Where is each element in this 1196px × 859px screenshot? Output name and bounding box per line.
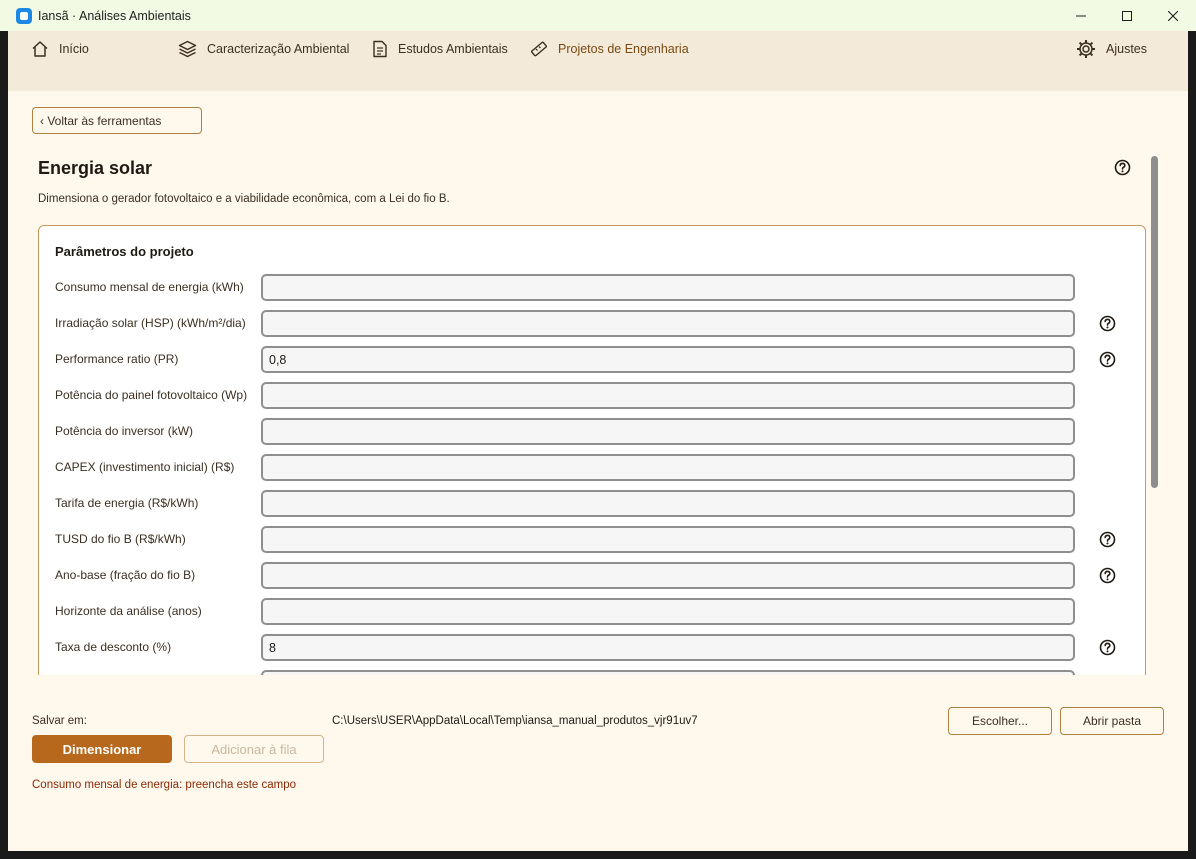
home-icon: [32, 41, 48, 57]
params-card: Parâmetros do projeto Consumo mensal de …: [38, 225, 1146, 675]
nav-item-label: Projetos de Engenharia: [558, 42, 689, 56]
param-label: Ano-base (fração do fio B): [55, 568, 196, 582]
param-row: CAPEX (investimento inicial) (R$): [39, 454, 1145, 482]
param-input[interactable]: [261, 562, 1075, 589]
param-row: Horizonte da análise (anos): [39, 598, 1145, 626]
param-label: CAPEX (investimento inicial) (R$): [55, 460, 235, 474]
param-label: Potência do painel fotovoltaico (Wp): [55, 388, 248, 402]
validation-error: Consumo mensal de energia: preencha este…: [32, 779, 297, 791]
param-input[interactable]: [261, 454, 1075, 481]
param-input[interactable]: [261, 670, 1075, 675]
nav-item-label: Caracterização Ambiental: [207, 42, 350, 56]
param-input[interactable]: [261, 418, 1075, 445]
param-row: Potência do painel fotovoltaico (Wp): [39, 382, 1145, 410]
params-title: Parâmetros do projeto: [55, 244, 194, 259]
page-description: Dimensiona o gerador fotovoltaico e a vi…: [38, 193, 450, 205]
param-input[interactable]: [261, 634, 1075, 661]
maximize-icon: [1122, 10, 1132, 21]
params-viewport: Parâmetros do projeto Consumo mensal de …: [38, 225, 1146, 675]
minimize-button[interactable]: [1058, 0, 1104, 31]
close-icon: [1168, 10, 1178, 21]
gear-icon: [1077, 40, 1095, 58]
dimensionar-button[interactable]: Dimensionar: [32, 735, 172, 763]
param-label: Tarifa de energia (R$/kWh): [55, 496, 199, 510]
title-bar: Iansã · Análises Ambientais: [0, 0, 1196, 31]
save-location-path: C:\Users\USER\AppData\Local\Temp\iansa_m…: [332, 715, 698, 727]
param-label: Irradiação solar (HSP) (kWh/m²/dia): [55, 316, 246, 330]
help-icon: [1099, 639, 1116, 656]
nav-item-label: Estudos Ambientais: [398, 42, 508, 56]
param-row: [39, 670, 1145, 675]
param-row: Tarifa de energia (R$/kWh): [39, 490, 1145, 518]
app-window: Início Caracterização Ambiental Estudos …: [8, 31, 1188, 851]
close-button[interactable]: [1150, 0, 1196, 31]
nav-item-ajustes[interactable]: Ajustes: [1076, 39, 1147, 59]
page-title: Energia solar: [38, 158, 153, 178]
nav-item-projetos[interactable]: Projetos de Engenharia: [530, 39, 689, 59]
param-row: Irradiação solar (HSP) (kWh/m²/dia): [39, 310, 1145, 338]
param-help-button[interactable]: [1099, 639, 1116, 661]
param-row: Potência do inversor (kW): [39, 418, 1145, 446]
maximize-button[interactable]: [1104, 0, 1150, 31]
param-label: Consumo mensal de energia (kWh): [55, 280, 244, 294]
document-icon: [373, 40, 387, 58]
param-help-button[interactable]: [1099, 567, 1116, 589]
param-input[interactable]: [261, 274, 1075, 301]
nav-item-label: Início: [59, 42, 89, 56]
help-icon: [1099, 315, 1116, 332]
open-folder-button[interactable]: Abrir pasta: [1060, 707, 1164, 735]
help-icon: [1099, 531, 1116, 548]
param-row: Performance ratio (PR): [39, 346, 1145, 374]
back-to-tools-button[interactable]: ‹ Voltar às ferramentas: [32, 107, 202, 134]
param-input[interactable]: [261, 526, 1075, 553]
ruler-icon: [531, 41, 547, 57]
top-nav: Início Caracterização Ambiental Estudos …: [8, 31, 1188, 91]
param-row: TUSD do fio B (R$/kWh): [39, 526, 1145, 554]
nav-item-caracterizacao[interactable]: Caracterização Ambiental: [178, 39, 349, 59]
nav-item-estudos[interactable]: Estudos Ambientais: [372, 39, 508, 59]
layers-icon: [178, 40, 197, 58]
param-row: Taxa de desconto (%): [39, 634, 1145, 662]
window-title: Iansã · Análises Ambientais: [38, 8, 191, 23]
param-label: Potência do inversor (kW): [55, 424, 194, 438]
nav-item-inicio[interactable]: Início: [31, 39, 89, 59]
app-icon: [16, 7, 32, 24]
param-label: Horizonte da análise (anos): [55, 604, 202, 618]
save-location-label: Salvar em:: [32, 715, 87, 727]
choose-folder-button[interactable]: Escolher...: [948, 707, 1052, 735]
param-row: Ano-base (fração do fio B): [39, 562, 1145, 590]
param-label: Taxa de desconto (%): [55, 640, 172, 654]
content-scrollbar[interactable]: [1151, 156, 1158, 488]
param-input[interactable]: [261, 346, 1075, 373]
param-input[interactable]: [261, 598, 1075, 625]
help-icon: [1099, 351, 1116, 368]
help-icon: [1114, 159, 1131, 176]
page-help-button[interactable]: [1114, 159, 1131, 181]
window-controls: [1058, 0, 1196, 31]
nav-item-label: Ajustes: [1106, 42, 1147, 56]
param-row: Consumo mensal de energia (kWh): [39, 274, 1145, 302]
param-label: TUSD do fio B (R$/kWh): [55, 532, 186, 546]
minimize-icon: [1076, 15, 1086, 16]
add-to-queue-button: Adicionar à fila: [184, 735, 324, 763]
help-icon: [1099, 567, 1116, 584]
param-help-button[interactable]: [1099, 531, 1116, 553]
param-help-button[interactable]: [1099, 351, 1116, 373]
param-input[interactable]: [261, 490, 1075, 517]
param-input[interactable]: [261, 310, 1075, 337]
param-input[interactable]: [261, 382, 1075, 409]
param-help-button[interactable]: [1099, 315, 1116, 337]
param-label: Performance ratio (PR): [55, 352, 179, 366]
